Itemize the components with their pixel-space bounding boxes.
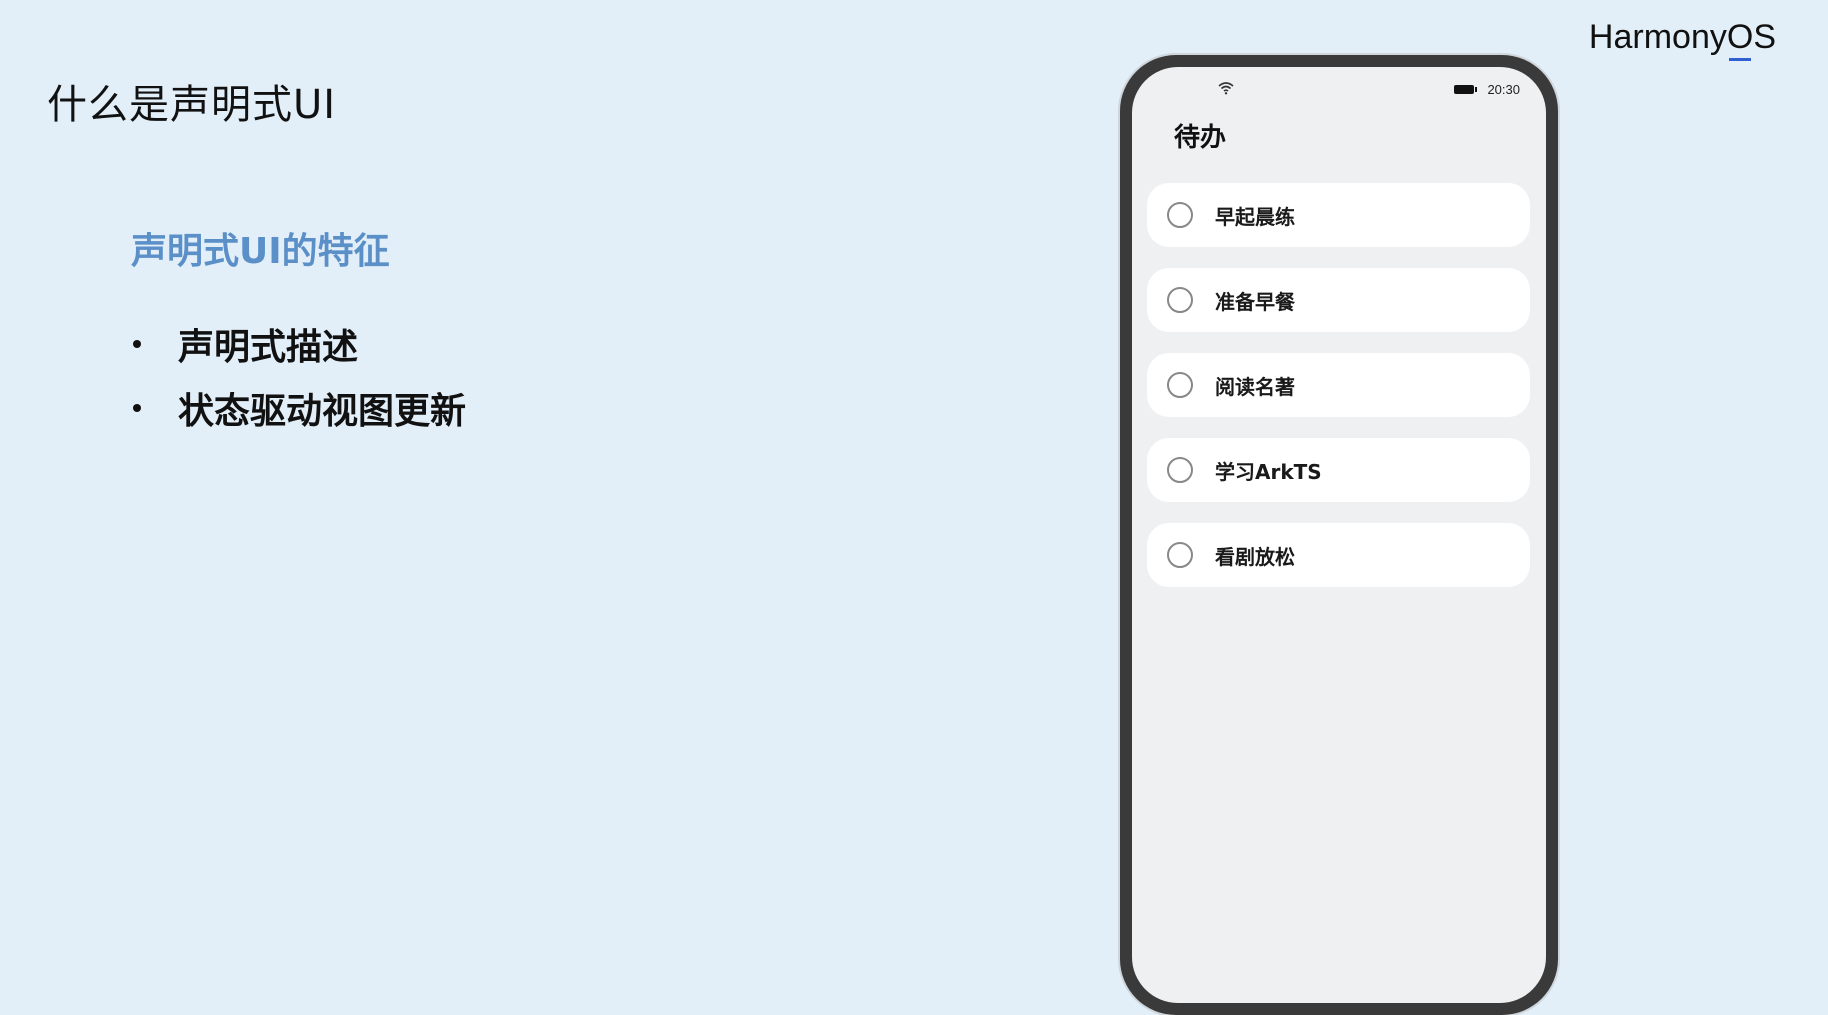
page-title: 待办 [1174, 123, 1227, 153]
todo-item[interactable]: 看剧放松 [1147, 523, 1530, 587]
bullet-dot-icon [133, 340, 141, 348]
todo-label: 学习ArkTS [1215, 459, 1322, 484]
todo-item[interactable]: 早起晨练 [1147, 183, 1530, 247]
bullet-text: 声明式描述 [178, 327, 359, 368]
phone-frame: 20:30 待办 早起晨练 准备早餐 阅读名著 学习ArkTS 看剧放松 [1120, 55, 1558, 1015]
checkbox-circle-icon[interactable] [1167, 287, 1193, 313]
bullet-item: 声明式描述 [131, 312, 466, 376]
todo-label: 看剧放松 [1215, 544, 1295, 569]
section-heading: 声明式UI的特征 [131, 231, 390, 272]
todo-item[interactable]: 学习ArkTS [1147, 438, 1530, 502]
todo-list: 早起晨练 准备早餐 阅读名著 学习ArkTS 看剧放松 [1147, 183, 1530, 608]
todo-item[interactable]: 阅读名著 [1147, 353, 1530, 417]
battery-icon [1454, 85, 1477, 94]
phone-screen: 20:30 待办 早起晨练 准备早餐 阅读名著 学习ArkTS 看剧放松 [1132, 67, 1546, 1003]
checkbox-circle-icon[interactable] [1167, 202, 1193, 228]
checkbox-circle-icon[interactable] [1167, 457, 1193, 483]
brand-text-prefix: Harmony [1588, 18, 1727, 56]
harmonyos-logo: HarmonyOS [1588, 18, 1776, 61]
wifi-icon [1218, 81, 1234, 99]
checkbox-circle-icon[interactable] [1167, 372, 1193, 398]
brand-text-suffix: S [1753, 18, 1776, 56]
status-bar: 20:30 [1132, 81, 1546, 101]
bullet-item: 状态驱动视图更新 [131, 376, 466, 440]
bullet-text: 状态驱动视图更新 [178, 391, 467, 432]
brand-text-o: O [1726, 18, 1754, 61]
todo-label: 早起晨练 [1215, 204, 1295, 229]
todo-item[interactable]: 准备早餐 [1147, 268, 1530, 332]
todo-label: 阅读名著 [1215, 374, 1295, 399]
feature-bullet-list: 声明式描述 状态驱动视图更新 [131, 312, 466, 440]
bullet-dot-icon [133, 404, 141, 412]
todo-label: 准备早餐 [1215, 289, 1295, 314]
status-time: 20:30 [1487, 82, 1520, 97]
checkbox-circle-icon[interactable] [1167, 542, 1193, 568]
slide-title: 什么是声明式UI [47, 82, 337, 128]
